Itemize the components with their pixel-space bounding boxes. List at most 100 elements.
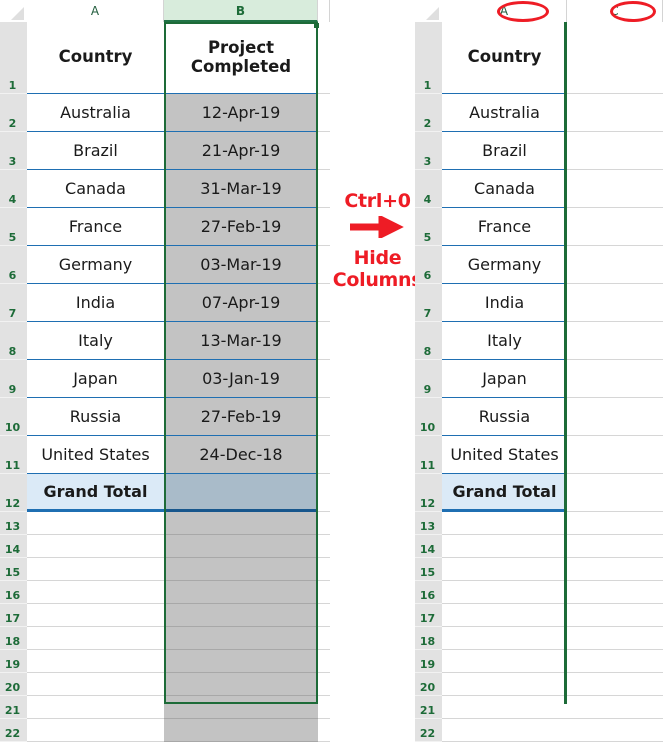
row-header-8[interactable]: 8 xyxy=(415,322,442,360)
cell-c16-empty[interactable] xyxy=(318,581,330,604)
cell-b9-project-completed[interactable]: 03-Jan-19 xyxy=(164,360,318,398)
cell-a5-country-right[interactable]: France xyxy=(442,208,567,246)
cell-c14-empty-right[interactable] xyxy=(567,535,663,558)
cell-a20-empty-right[interactable] xyxy=(442,673,567,696)
row-header-7[interactable]: 7 xyxy=(415,284,442,322)
cell-a13-empty-right[interactable] xyxy=(442,512,567,535)
row-header-10[interactable]: 10 xyxy=(415,398,442,436)
cell-a17-empty[interactable] xyxy=(27,604,164,627)
row-header-13[interactable]: 13 xyxy=(415,512,442,535)
row-header-18[interactable]: 18 xyxy=(415,627,442,650)
cell-a21-empty-right[interactable] xyxy=(442,696,567,719)
cell-a22-empty-right[interactable] xyxy=(442,719,567,742)
row-header-2[interactable]: 2 xyxy=(0,94,27,132)
cell-a2-country-right[interactable]: Australia xyxy=(442,94,567,132)
cell-a4-country[interactable]: Canada xyxy=(27,170,164,208)
cell-c8-empty[interactable] xyxy=(318,322,330,360)
row-header-1[interactable]: 1 xyxy=(0,22,27,94)
cell-b7-project-completed[interactable]: 07-Apr-19 xyxy=(164,284,318,322)
worksheet-after-hiding[interactable]: A C 1 2 3 4 5 6 7 8 9 10 11 12 13 14 15 16 17 18 19 20 21 22 … xyxy=(415,0,663,742)
row-header-6[interactable]: 6 xyxy=(0,246,27,284)
cell-c11-empty[interactable] xyxy=(318,436,330,474)
cell-c22-empty-right[interactable] xyxy=(567,719,663,742)
cell-c19-empty[interactable] xyxy=(318,650,330,673)
cell-b13-empty-selected[interactable] xyxy=(164,512,318,535)
cell-c21-empty[interactable] xyxy=(318,696,330,719)
cell-b22-empty-selected[interactable] xyxy=(164,719,318,742)
row-header-2[interactable]: 2 xyxy=(415,94,442,132)
cell-c5-empty[interactable] xyxy=(318,208,330,246)
row-header-13[interactable]: 13 xyxy=(0,512,27,535)
row-header-17[interactable]: 17 xyxy=(415,604,442,627)
cell-a6-country[interactable]: Germany xyxy=(27,246,164,284)
row-header-12[interactable]: 12 xyxy=(0,474,27,512)
row-header-12[interactable]: 12 xyxy=(415,474,442,512)
row-header-4[interactable]: 4 xyxy=(415,170,442,208)
row-header-22[interactable]: 22 xyxy=(0,719,27,742)
cell-c2-empty-right[interactable] xyxy=(567,94,663,132)
cell-b1-project-completed-header[interactable]: Project Completed xyxy=(164,22,318,94)
row-header-3[interactable]: 3 xyxy=(415,132,442,170)
cell-b10-project-completed[interactable]: 27-Feb-19 xyxy=(164,398,318,436)
cell-a8-country-right[interactable]: Italy xyxy=(442,322,567,360)
cell-c17-empty[interactable] xyxy=(318,604,330,627)
cell-b21-empty-selected[interactable] xyxy=(164,696,318,719)
cell-b6-project-completed[interactable]: 03-Mar-19 xyxy=(164,246,318,284)
cell-c18-empty[interactable] xyxy=(318,627,330,650)
cell-a12-grand-total[interactable]: Grand Total xyxy=(27,474,164,512)
row-header-1[interactable]: 1 xyxy=(415,22,442,94)
cell-a9-country-right[interactable]: Japan xyxy=(442,360,567,398)
row-header-5[interactable]: 5 xyxy=(0,208,27,246)
cell-c15-empty[interactable] xyxy=(318,558,330,581)
cell-c5-empty-right[interactable] xyxy=(567,208,663,246)
cell-c19-empty-right[interactable] xyxy=(567,650,663,673)
cell-b2-project-completed[interactable]: 12-Apr-19 xyxy=(164,94,318,132)
cell-c4-empty-right[interactable] xyxy=(567,170,663,208)
row-header-14[interactable]: 14 xyxy=(0,535,27,558)
cell-c12-empty[interactable] xyxy=(318,474,330,512)
cell-c22-empty[interactable] xyxy=(318,719,330,742)
cell-a10-country[interactable]: Russia xyxy=(27,398,164,436)
cell-b11-project-completed[interactable]: 24-Dec-18 xyxy=(164,436,318,474)
cell-a17-empty-right[interactable] xyxy=(442,604,567,627)
cell-b16-empty-selected[interactable] xyxy=(164,581,318,604)
row-header-6[interactable]: 6 xyxy=(415,246,442,284)
cell-a15-empty[interactable] xyxy=(27,558,164,581)
cell-a6-country-right[interactable]: Germany xyxy=(442,246,567,284)
cell-a19-empty-right[interactable] xyxy=(442,650,567,673)
row-header-14[interactable]: 14 xyxy=(415,535,442,558)
row-header-19[interactable]: 19 xyxy=(415,650,442,673)
row-header-8[interactable]: 8 xyxy=(0,322,27,360)
cell-a15-empty-right[interactable] xyxy=(442,558,567,581)
row-header-9[interactable]: 9 xyxy=(415,360,442,398)
cell-b4-project-completed[interactable]: 31-Mar-19 xyxy=(164,170,318,208)
cell-b17-empty-selected[interactable] xyxy=(164,604,318,627)
cell-c7-empty[interactable] xyxy=(318,284,330,322)
cell-a12-grand-total-right[interactable]: Grand Total xyxy=(442,474,567,512)
row-header-18[interactable]: 18 xyxy=(0,627,27,650)
cell-b12-grand-total-value[interactable] xyxy=(164,474,318,512)
cell-a1-country-header-right[interactable]: Country xyxy=(442,22,567,94)
cell-a3-country[interactable]: Brazil xyxy=(27,132,164,170)
cell-a18-empty-right[interactable] xyxy=(442,627,567,650)
cell-a22-empty[interactable] xyxy=(27,719,164,742)
cell-c4-empty[interactable] xyxy=(318,170,330,208)
row-header-19[interactable]: 19 xyxy=(0,650,27,673)
cell-a18-empty[interactable] xyxy=(27,627,164,650)
cell-a5-country[interactable]: France xyxy=(27,208,164,246)
cell-a20-empty[interactable] xyxy=(27,673,164,696)
cell-c1-empty-right[interactable] xyxy=(567,22,663,94)
row-header-10[interactable]: 10 xyxy=(0,398,27,436)
cell-c8-empty-right[interactable] xyxy=(567,322,663,360)
row-header-4[interactable]: 4 xyxy=(0,170,27,208)
column-header-a[interactable]: A xyxy=(27,0,164,22)
row-header-21[interactable]: 21 xyxy=(0,696,27,719)
cell-c9-empty-right[interactable] xyxy=(567,360,663,398)
cell-c20-empty[interactable] xyxy=(318,673,330,696)
cell-a19-empty[interactable] xyxy=(27,650,164,673)
column-header-partial[interactable] xyxy=(318,0,330,22)
cell-c20-empty-right[interactable] xyxy=(567,673,663,696)
row-header-11[interactable]: 11 xyxy=(415,436,442,474)
row-header-5[interactable]: 5 xyxy=(415,208,442,246)
cell-b5-project-completed[interactable]: 27-Feb-19 xyxy=(164,208,318,246)
